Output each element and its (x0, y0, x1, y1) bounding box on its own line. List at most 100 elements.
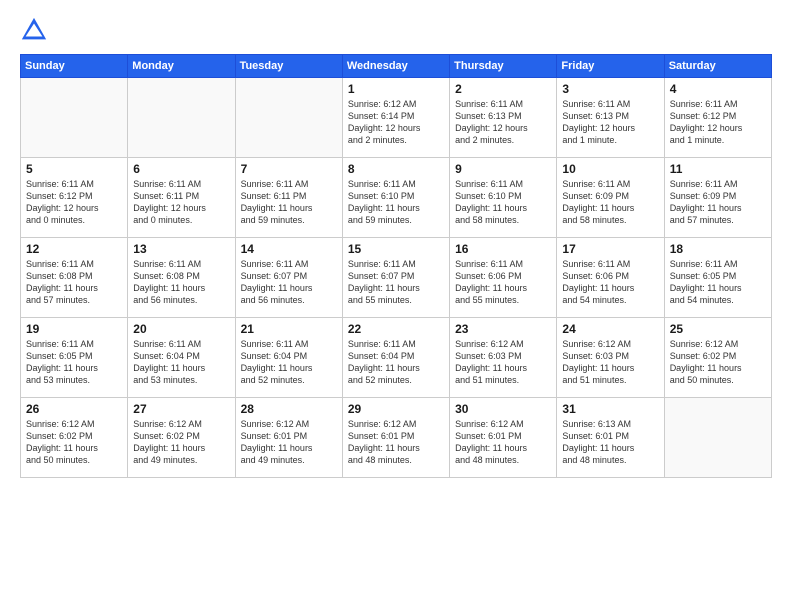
day-info: Sunrise: 6:12 AM Sunset: 6:01 PM Dayligh… (241, 418, 337, 467)
calendar-week-row: 19 Sunrise: 6:11 AM Sunset: 6:05 PM Dayli… (21, 318, 772, 398)
calendar-cell: 18 Sunrise: 6:11 AM Sunset: 6:05 PM Dayli… (664, 238, 771, 318)
calendar-cell: 25 Sunrise: 6:12 AM Sunset: 6:02 PM Dayli… (664, 318, 771, 398)
calendar-cell: 21 Sunrise: 6:11 AM Sunset: 6:04 PM Dayli… (235, 318, 342, 398)
day-info: Sunrise: 6:11 AM Sunset: 6:04 PM Dayligh… (133, 338, 229, 387)
day-number: 24 (562, 322, 658, 336)
day-number: 22 (348, 322, 444, 336)
calendar-cell: 23 Sunrise: 6:12 AM Sunset: 6:03 PM Dayli… (450, 318, 557, 398)
calendar-body: 1Sunrise: 6:12 AM Sunset: 6:14 PM Daylig… (21, 78, 772, 478)
day-info: Sunrise: 6:12 AM Sunset: 6:01 PM Dayligh… (455, 418, 551, 467)
calendar-table: SundayMondayTuesdayWednesdayThursdayFrid… (20, 54, 772, 478)
day-number: 6 (133, 162, 229, 176)
day-number: 15 (348, 242, 444, 256)
day-number: 18 (670, 242, 766, 256)
day-info: Sunrise: 6:12 AM Sunset: 6:02 PM Dayligh… (133, 418, 229, 467)
day-info: Sunrise: 6:11 AM Sunset: 6:11 PM Dayligh… (133, 178, 229, 227)
day-info: Sunrise: 6:11 AM Sunset: 6:08 PM Dayligh… (133, 258, 229, 307)
day-number: 10 (562, 162, 658, 176)
day-info: Sunrise: 6:11 AM Sunset: 6:06 PM Dayligh… (562, 258, 658, 307)
day-info: Sunrise: 6:11 AM Sunset: 6:04 PM Dayligh… (241, 338, 337, 387)
day-info: Sunrise: 6:12 AM Sunset: 6:02 PM Dayligh… (26, 418, 122, 467)
day-number: 23 (455, 322, 551, 336)
calendar-cell (128, 78, 235, 158)
day-info: Sunrise: 6:12 AM Sunset: 6:01 PM Dayligh… (348, 418, 444, 467)
calendar-week-row: 12 Sunrise: 6:11 AM Sunset: 6:08 PM Dayli… (21, 238, 772, 318)
day-info: Sunrise: 6:13 AM Sunset: 6:01 PM Dayligh… (562, 418, 658, 467)
day-number: 11 (670, 162, 766, 176)
calendar-cell: 12 Sunrise: 6:11 AM Sunset: 6:08 PM Dayli… (21, 238, 128, 318)
weekday-header: Saturday (664, 55, 771, 78)
calendar-cell: 2Sunrise: 6:11 AM Sunset: 6:13 PM Daylig… (450, 78, 557, 158)
day-number: 29 (348, 402, 444, 416)
day-number: 7 (241, 162, 337, 176)
day-info: Sunrise: 6:11 AM Sunset: 6:10 PM Dayligh… (455, 178, 551, 227)
weekday-header: Friday (557, 55, 664, 78)
calendar-cell: 5 Sunrise: 6:11 AM Sunset: 6:12 PM Daylig… (21, 158, 128, 238)
calendar-cell: 3Sunrise: 6:11 AM Sunset: 6:13 PM Daylig… (557, 78, 664, 158)
day-info: Sunrise: 6:11 AM Sunset: 6:12 PM Dayligh… (670, 98, 766, 147)
day-number: 25 (670, 322, 766, 336)
calendar-cell: 24 Sunrise: 6:12 AM Sunset: 6:03 PM Dayli… (557, 318, 664, 398)
day-number: 30 (455, 402, 551, 416)
calendar-cell: 20 Sunrise: 6:11 AM Sunset: 6:04 PM Dayli… (128, 318, 235, 398)
calendar-week-row: 5 Sunrise: 6:11 AM Sunset: 6:12 PM Daylig… (21, 158, 772, 238)
day-number: 17 (562, 242, 658, 256)
calendar-cell: 6 Sunrise: 6:11 AM Sunset: 6:11 PM Daylig… (128, 158, 235, 238)
calendar-cell: 22 Sunrise: 6:11 AM Sunset: 6:04 PM Dayli… (342, 318, 449, 398)
day-info: Sunrise: 6:11 AM Sunset: 6:09 PM Dayligh… (670, 178, 766, 227)
day-info: Sunrise: 6:11 AM Sunset: 6:10 PM Dayligh… (348, 178, 444, 227)
day-info: Sunrise: 6:11 AM Sunset: 6:11 PM Dayligh… (241, 178, 337, 227)
calendar-cell: 27 Sunrise: 6:12 AM Sunset: 6:02 PM Dayli… (128, 398, 235, 478)
day-info: Sunrise: 6:12 AM Sunset: 6:03 PM Dayligh… (455, 338, 551, 387)
day-number: 20 (133, 322, 229, 336)
calendar-cell: 14 Sunrise: 6:11 AM Sunset: 6:07 PM Dayli… (235, 238, 342, 318)
day-number: 1 (348, 82, 444, 96)
calendar-cell: 30 Sunrise: 6:12 AM Sunset: 6:01 PM Dayli… (450, 398, 557, 478)
day-number: 3 (562, 82, 658, 96)
calendar-cell: 16 Sunrise: 6:11 AM Sunset: 6:06 PM Dayli… (450, 238, 557, 318)
day-info: Sunrise: 6:11 AM Sunset: 6:07 PM Dayligh… (241, 258, 337, 307)
weekday-header: Thursday (450, 55, 557, 78)
day-info: Sunrise: 6:11 AM Sunset: 6:06 PM Dayligh… (455, 258, 551, 307)
calendar-header: SundayMondayTuesdayWednesdayThursdayFrid… (21, 55, 772, 78)
day-info: Sunrise: 6:12 AM Sunset: 6:03 PM Dayligh… (562, 338, 658, 387)
day-info: Sunrise: 6:11 AM Sunset: 6:08 PM Dayligh… (26, 258, 122, 307)
day-info: Sunrise: 6:11 AM Sunset: 6:04 PM Dayligh… (348, 338, 444, 387)
calendar-cell: 1Sunrise: 6:12 AM Sunset: 6:14 PM Daylig… (342, 78, 449, 158)
day-info: Sunrise: 6:11 AM Sunset: 6:13 PM Dayligh… (455, 98, 551, 147)
day-info: Sunrise: 6:12 AM Sunset: 6:02 PM Dayligh… (670, 338, 766, 387)
calendar-cell: 28 Sunrise: 6:12 AM Sunset: 6:01 PM Dayli… (235, 398, 342, 478)
day-info: Sunrise: 6:11 AM Sunset: 6:05 PM Dayligh… (670, 258, 766, 307)
logo (20, 16, 52, 44)
day-info: Sunrise: 6:11 AM Sunset: 6:12 PM Dayligh… (26, 178, 122, 227)
calendar-cell (664, 398, 771, 478)
calendar-cell: 10Sunrise: 6:11 AM Sunset: 6:09 PM Dayli… (557, 158, 664, 238)
day-number: 14 (241, 242, 337, 256)
day-number: 19 (26, 322, 122, 336)
page: SundayMondayTuesdayWednesdayThursdayFrid… (0, 0, 792, 612)
calendar-cell: 13Sunrise: 6:11 AM Sunset: 6:08 PM Dayli… (128, 238, 235, 318)
day-number: 27 (133, 402, 229, 416)
day-info: Sunrise: 6:11 AM Sunset: 6:07 PM Dayligh… (348, 258, 444, 307)
weekday-header: Wednesday (342, 55, 449, 78)
day-info: Sunrise: 6:11 AM Sunset: 6:05 PM Dayligh… (26, 338, 122, 387)
day-number: 21 (241, 322, 337, 336)
calendar-cell (21, 78, 128, 158)
day-number: 31 (562, 402, 658, 416)
calendar-cell: 19 Sunrise: 6:11 AM Sunset: 6:05 PM Dayli… (21, 318, 128, 398)
day-number: 5 (26, 162, 122, 176)
weekday-header: Monday (128, 55, 235, 78)
calendar-cell: 4Sunrise: 6:11 AM Sunset: 6:12 PM Daylig… (664, 78, 771, 158)
calendar-cell (235, 78, 342, 158)
weekday-header: Sunday (21, 55, 128, 78)
calendar-cell: 17 Sunrise: 6:11 AM Sunset: 6:06 PM Dayli… (557, 238, 664, 318)
weekday-header: Tuesday (235, 55, 342, 78)
calendar-cell: 31 Sunrise: 6:13 AM Sunset: 6:01 PM Dayli… (557, 398, 664, 478)
calendar-cell: 15 Sunrise: 6:11 AM Sunset: 6:07 PM Dayli… (342, 238, 449, 318)
calendar-cell: 7 Sunrise: 6:11 AM Sunset: 6:11 PM Daylig… (235, 158, 342, 238)
day-number: 16 (455, 242, 551, 256)
calendar-cell: 29 Sunrise: 6:12 AM Sunset: 6:01 PM Dayli… (342, 398, 449, 478)
day-number: 12 (26, 242, 122, 256)
day-number: 28 (241, 402, 337, 416)
calendar-cell: 11 Sunrise: 6:11 AM Sunset: 6:09 PM Dayli… (664, 158, 771, 238)
